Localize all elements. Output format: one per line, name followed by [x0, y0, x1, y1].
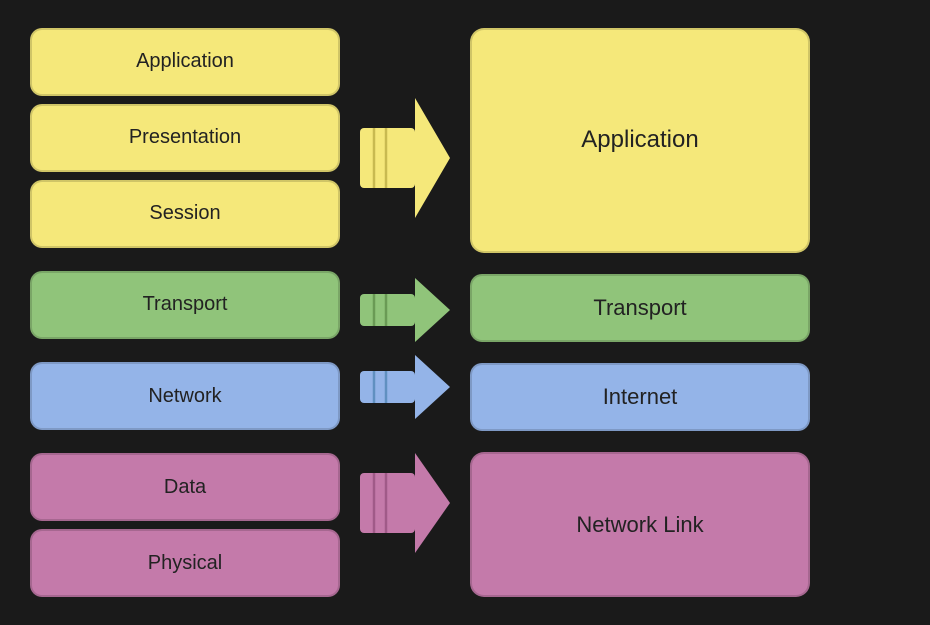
layer-transport-label: Transport [143, 293, 228, 316]
layer-application: Application [30, 28, 340, 96]
right-layer-networklink: Network Link [470, 452, 810, 597]
right-layer-application: Application [470, 28, 810, 253]
middle-column [340, 28, 470, 598]
layer-presentation: Presentation [30, 104, 340, 172]
layer-session-label: Session [149, 202, 220, 225]
pink-group: Data Physical [30, 453, 340, 597]
right-column: Application Transport Internet Network L… [470, 28, 810, 598]
layer-session: Session [30, 180, 340, 248]
layer-physical-label: Physical [148, 552, 222, 575]
layer-presentation-label: Presentation [129, 126, 241, 149]
right-layer-transport: Transport [470, 274, 810, 342]
arrow-green [360, 276, 450, 344]
layer-data: Data [30, 453, 340, 521]
right-layer-transport-label: Transport [593, 295, 686, 321]
right-layer-application-label: Application [581, 126, 698, 154]
layer-data-label: Data [164, 476, 206, 499]
layer-transport: Transport [30, 271, 340, 339]
right-col-inner: Application Transport Internet Network L… [470, 28, 810, 598]
yellow-group: Application Presentation Session [30, 28, 340, 248]
arrow-yellow [360, 48, 450, 268]
layer-application-label: Application [136, 50, 234, 73]
diagram: Application Presentation Session Transpo… [20, 18, 910, 608]
right-layer-internet-label: Internet [603, 384, 678, 410]
arrow-blue [360, 353, 450, 421]
layer-network-label: Network [148, 385, 221, 408]
right-layer-networklink-label: Network Link [576, 512, 703, 538]
layer-network: Network [30, 362, 340, 430]
arrow-pink [360, 429, 450, 577]
left-column: Application Presentation Session Transpo… [30, 28, 340, 598]
layer-physical: Physical [30, 529, 340, 597]
right-layer-internet: Internet [470, 363, 810, 431]
